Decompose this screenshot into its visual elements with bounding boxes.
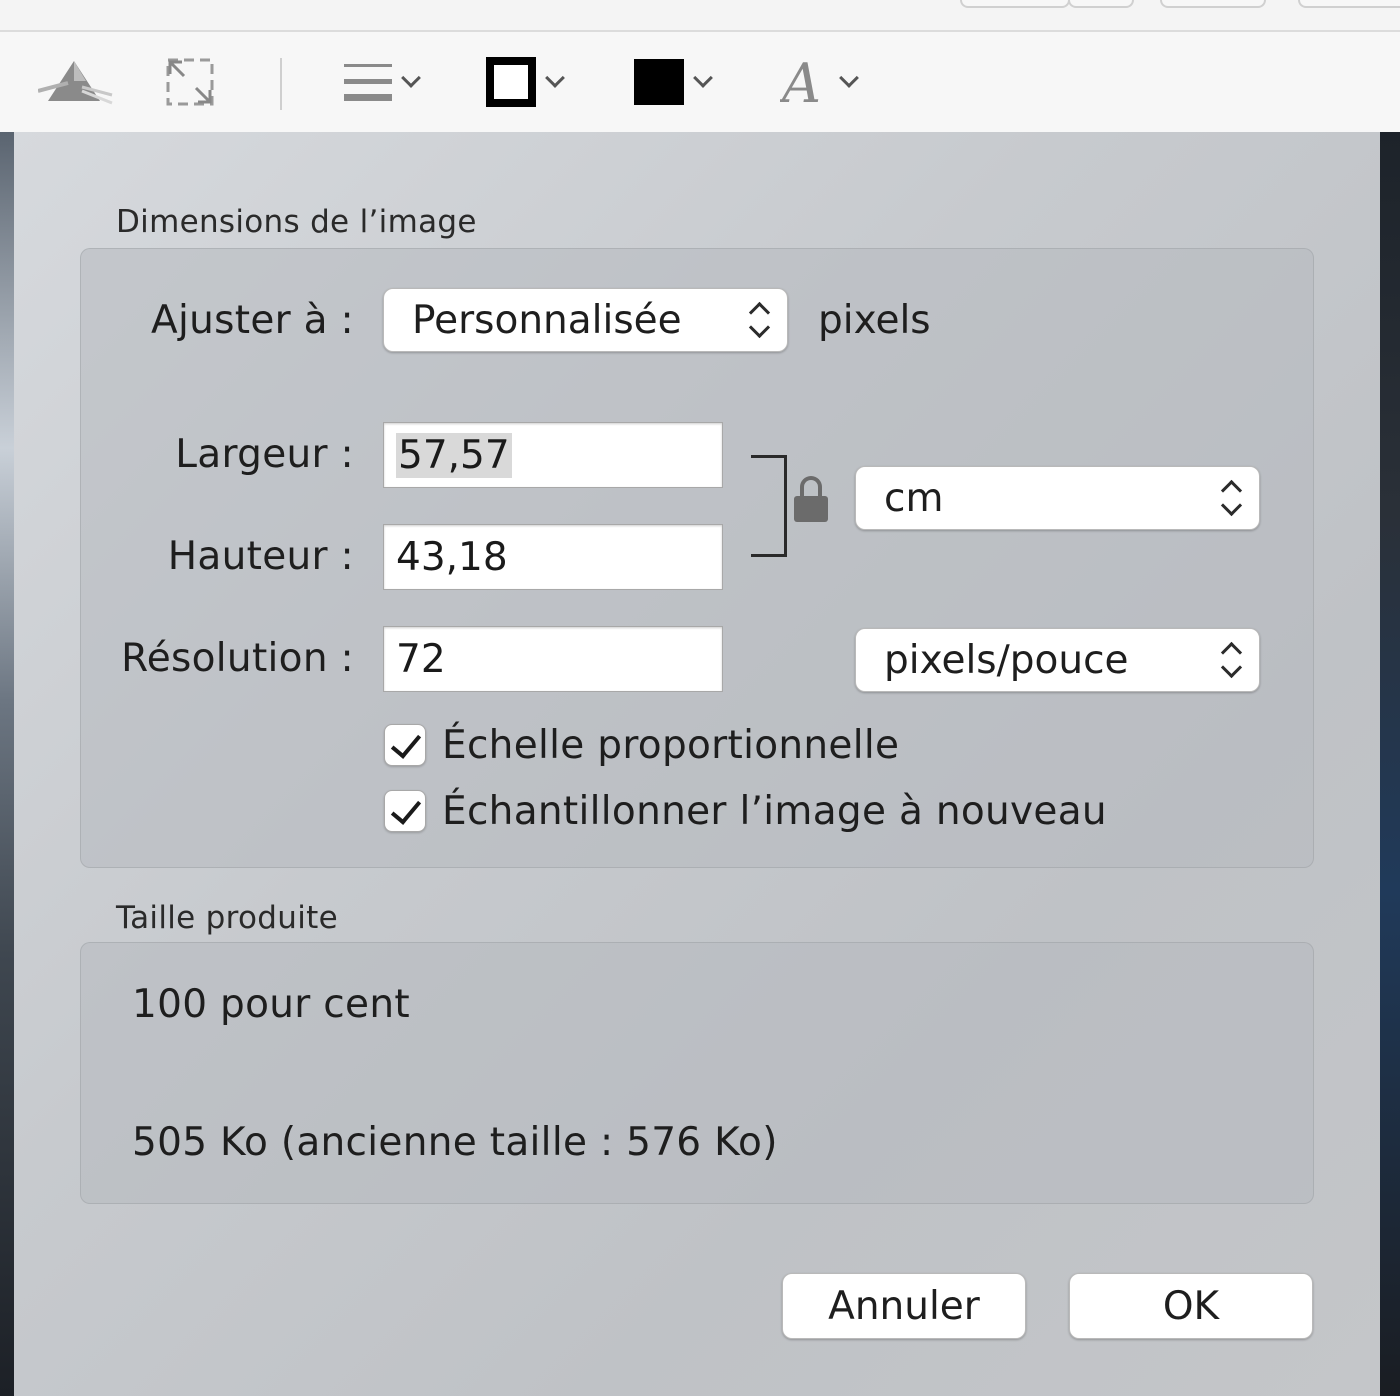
fit-popup[interactable]: Personnalisée [383,288,788,352]
updown-arrows-icon [1219,641,1243,681]
fill-color-button[interactable] [634,54,713,110]
resolution-unit-popup[interactable]: pixels/pouce [855,628,1260,692]
chevron-down-icon [545,68,565,88]
result-percent: 100 pour cent [132,982,410,1027]
resolution-label: Résolution : [121,636,354,681]
lock-icon[interactable] [794,476,830,524]
border-color-icon [486,57,536,107]
line-style-button[interactable] [344,54,421,110]
text-style-button[interactable]: A [780,54,859,110]
width-label: Largeur : [175,432,354,477]
chevron-down-icon [693,68,713,88]
ok-button[interactable]: OK [1069,1273,1313,1339]
window-top-strip [0,0,1400,32]
scale-proportionally-label: Échelle proportionnelle [442,722,900,768]
fit-popup-value: Personnalisée [412,297,682,343]
updown-arrows-icon [747,301,771,341]
size-unit-value: cm [884,475,944,521]
height-label: Hauteur : [167,534,354,579]
resample-label: Échantillonner l’image à nouveau [442,788,1107,834]
resample-checkbox[interactable] [384,790,426,832]
toolbar-button-top-2[interactable] [1298,0,1400,8]
fit-unit-label: pixels [818,298,931,343]
svg-text:A: A [780,56,821,108]
resample-checkbox-row[interactable]: Échantillonner l’image à nouveau [384,786,1107,836]
size-unit-popup[interactable]: cm [855,466,1260,530]
adjust-color-icon[interactable] [38,54,114,110]
cancel-button[interactable]: Annuler [782,1273,1026,1339]
link-bracket [751,455,787,557]
adjust-size-icon[interactable] [164,54,216,110]
toolbar-separator [280,58,282,110]
fit-label: Ajuster à : [150,298,354,343]
result-size: 505 Ko (ancienne taille : 576 Ko) [132,1120,778,1165]
scale-proportionally-checkbox-row[interactable]: Échelle proportionnelle [384,720,899,770]
resolution-unit-value: pixels/pouce [884,637,1129,683]
border-color-button[interactable] [486,54,565,110]
width-field[interactable]: 57,57 [383,422,723,488]
dimensions-section-title: Dimensions de l’image [116,204,477,240]
height-field[interactable]: 43,18 [383,524,723,590]
text-style-icon: A [780,56,821,108]
width-field-value: 57,57 [396,432,512,478]
chevron-down-icon [401,68,421,88]
line-style-icon [344,64,392,101]
background-photo-right [1380,132,1400,1396]
toolbar-button-top[interactable] [1160,0,1266,8]
markup-toolbar: A [0,32,1400,132]
segment-control-left[interactable] [960,0,1070,8]
result-section-title: Taille produite [116,900,338,936]
resolution-field[interactable]: 72 [383,626,723,692]
fill-color-icon [634,59,684,105]
resolution-field-value: 72 [396,636,446,682]
chevron-down-icon [839,68,859,88]
scale-proportionally-checkbox[interactable] [384,724,426,766]
background-photo-left [0,132,14,1396]
height-field-value: 43,18 [396,534,508,580]
updown-arrows-icon [1219,479,1243,519]
image-size-dialog: Dimensions de l’image Ajuster à : Person… [14,132,1380,1396]
segment-control-right[interactable] [1068,0,1134,8]
